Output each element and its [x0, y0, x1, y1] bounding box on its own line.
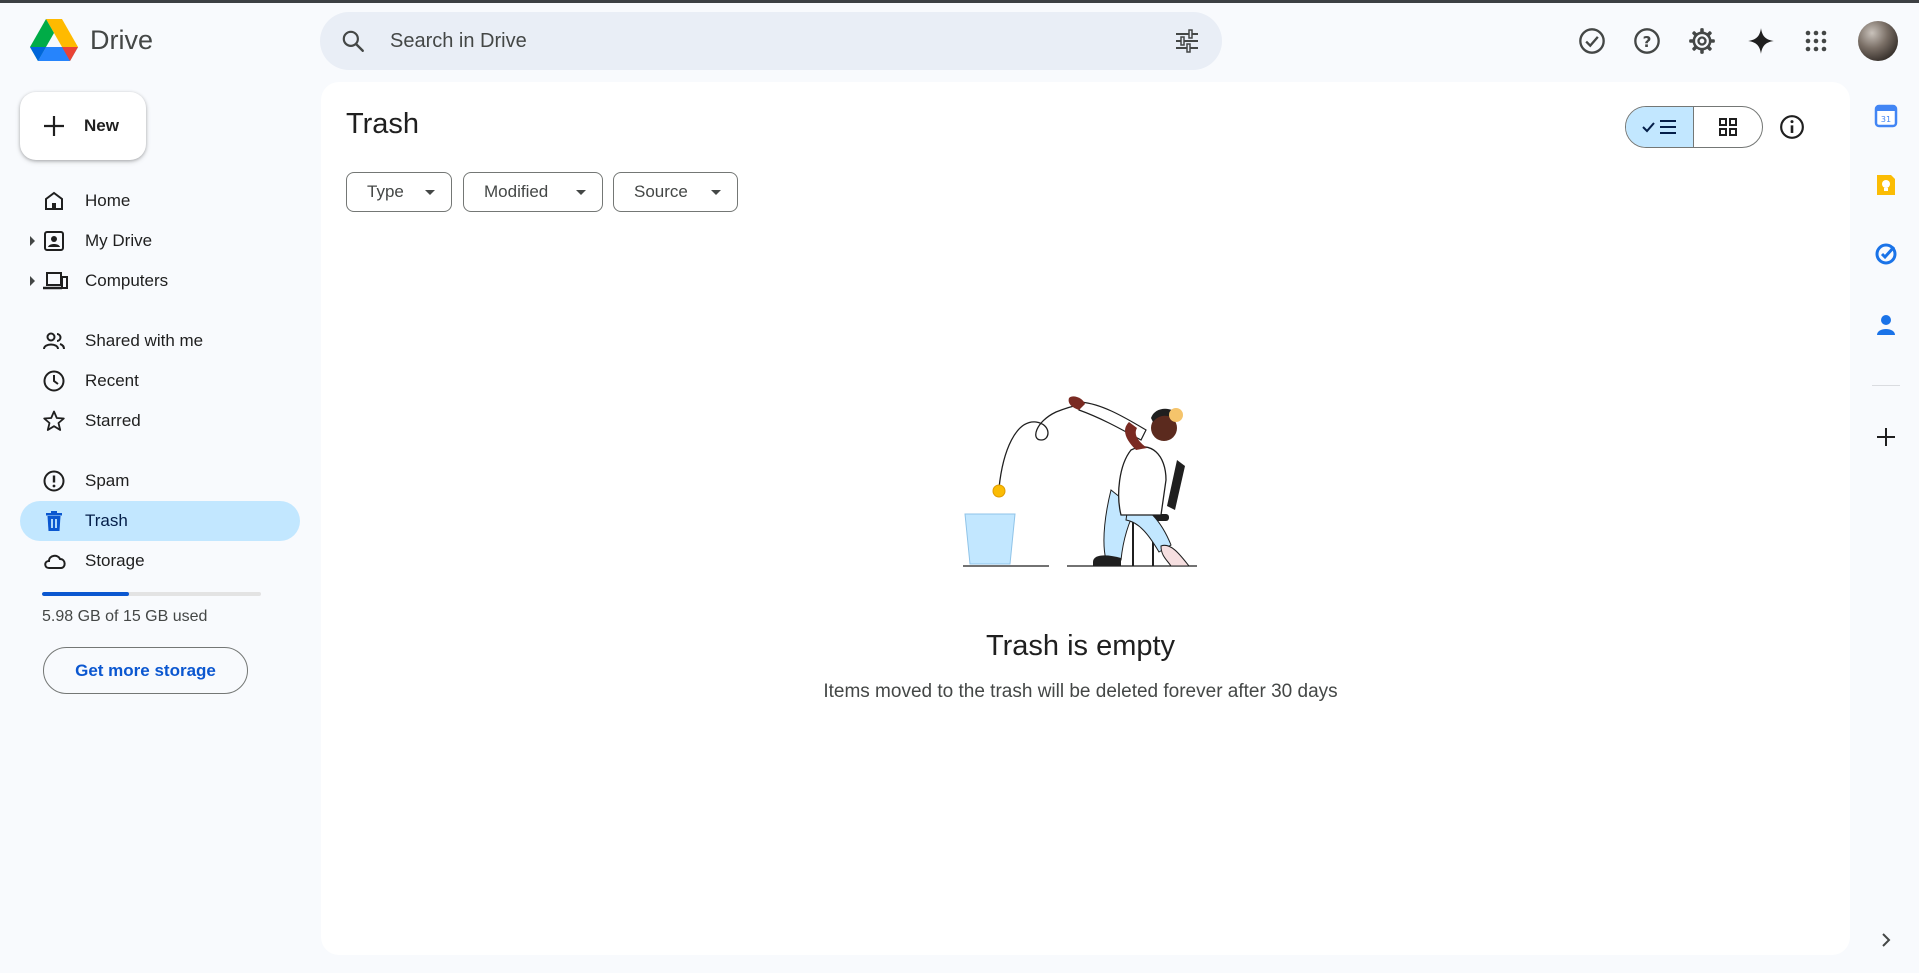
account-avatar[interactable] [1858, 21, 1898, 61]
sidebar-item-trash[interactable]: Trash [20, 501, 300, 541]
source-filter-chip[interactable]: Source [613, 172, 738, 212]
dropdown-caret-icon [576, 190, 586, 195]
sidebar-item-spam[interactable]: Spam [20, 461, 300, 501]
sidebar-item-label: Computers [85, 271, 169, 290]
sidebar-item-label: Shared with me [85, 331, 204, 350]
search-icon[interactable] [340, 28, 366, 59]
dropdown-caret-icon [425, 190, 435, 195]
expand-arrow-icon[interactable] [30, 236, 35, 246]
svg-text:31: 31 [1881, 115, 1891, 124]
trash-icon [42, 509, 66, 533]
sidebar-item-computers[interactable]: Computers [20, 261, 300, 301]
sidebar-item-label: Spam [85, 471, 130, 490]
dropdown-caret-icon [711, 190, 721, 195]
settings-icon[interactable] [1683, 22, 1721, 60]
sidebar-item-label: Starred [85, 411, 141, 430]
search-input[interactable] [390, 12, 1150, 70]
list-view-icon [1641, 120, 1676, 134]
grid-view-icon [1719, 118, 1737, 136]
expand-arrow-icon[interactable] [30, 276, 35, 286]
get-more-storage-button[interactable]: Get more storage [43, 647, 248, 694]
sidebar-item-label: Storage [85, 551, 145, 570]
tasks-app-icon[interactable] [1872, 240, 1900, 268]
empty-trash-illustration [963, 396, 1197, 567]
star-icon [42, 409, 66, 433]
page-title: Trash [346, 108, 420, 140]
list-view-button[interactable] [1626, 107, 1694, 147]
contacts-app-icon[interactable] [1872, 311, 1900, 339]
storage-usage-text: 5.98 GB of 15 GB used [42, 608, 208, 625]
search-options-icon[interactable] [1174, 29, 1200, 58]
filter-label: Modified [484, 182, 549, 201]
gemini-icon[interactable] [1742, 22, 1780, 60]
offline-ready-icon[interactable] [1573, 22, 1611, 60]
drive-logo[interactable]: Drive [30, 19, 153, 61]
grid-view-button[interactable] [1694, 107, 1762, 147]
new-button[interactable]: New [20, 92, 146, 160]
cloud-icon [42, 549, 66, 573]
computers-icon [42, 269, 68, 293]
new-button-label: New [84, 116, 119, 135]
empty-state-subtitle: Items moved to the trash will be deleted… [823, 681, 1338, 702]
sidebar-item-home[interactable]: Home [20, 181, 300, 221]
sidebar-item-storage[interactable]: Storage [20, 541, 300, 581]
filter-label: Type [367, 182, 404, 201]
sidebar-item-shared-with-me[interactable]: Shared with me [20, 321, 300, 361]
details-info-icon[interactable] [1777, 112, 1807, 142]
sidebar-item-starred[interactable]: Starred [20, 401, 300, 441]
expand-side-panel-icon[interactable] [1872, 926, 1900, 954]
view-toggle[interactable] [1625, 106, 1763, 148]
plus-icon [42, 114, 66, 143]
drive-logo-icon [30, 19, 78, 61]
my-drive-icon [42, 229, 66, 253]
empty-state-title: Trash is empty [985, 630, 1176, 662]
modified-filter-chip[interactable]: Modified [463, 172, 603, 212]
main-content-panel: Trash Type Modified Source Trash is empt… [321, 82, 1850, 955]
filter-label: Source [634, 182, 688, 201]
calendar-app-icon[interactable]: 31 [1872, 102, 1900, 130]
spam-icon [42, 469, 66, 493]
window-top-border [0, 0, 1919, 3]
add-addon-icon[interactable] [1872, 423, 1900, 451]
sidebar-item-label: Recent [85, 371, 139, 390]
sidebar-item-my-drive[interactable]: My Drive [20, 221, 300, 261]
search-bar[interactable] [320, 12, 1222, 70]
shared-icon [42, 329, 66, 353]
side-panel-divider [1872, 385, 1900, 386]
clock-icon [42, 369, 66, 393]
storage-usage-fill [42, 592, 130, 596]
apps-grid-icon[interactable] [1797, 22, 1835, 60]
home-icon [42, 189, 66, 213]
type-filter-chip[interactable]: Type [346, 172, 452, 212]
sidebar-item-label: My Drive [85, 231, 153, 250]
keep-app-icon[interactable] [1872, 171, 1900, 199]
app-name: Drive [90, 24, 154, 55]
sidebar-item-recent[interactable]: Recent [20, 361, 300, 401]
sidebar-item-label: Home [85, 191, 131, 210]
sidebar-item-label: Trash [85, 511, 128, 530]
svg-text:?: ? [1643, 33, 1652, 51]
storage-usage-bar [42, 592, 261, 596]
help-icon[interactable]: ? [1628, 22, 1666, 60]
